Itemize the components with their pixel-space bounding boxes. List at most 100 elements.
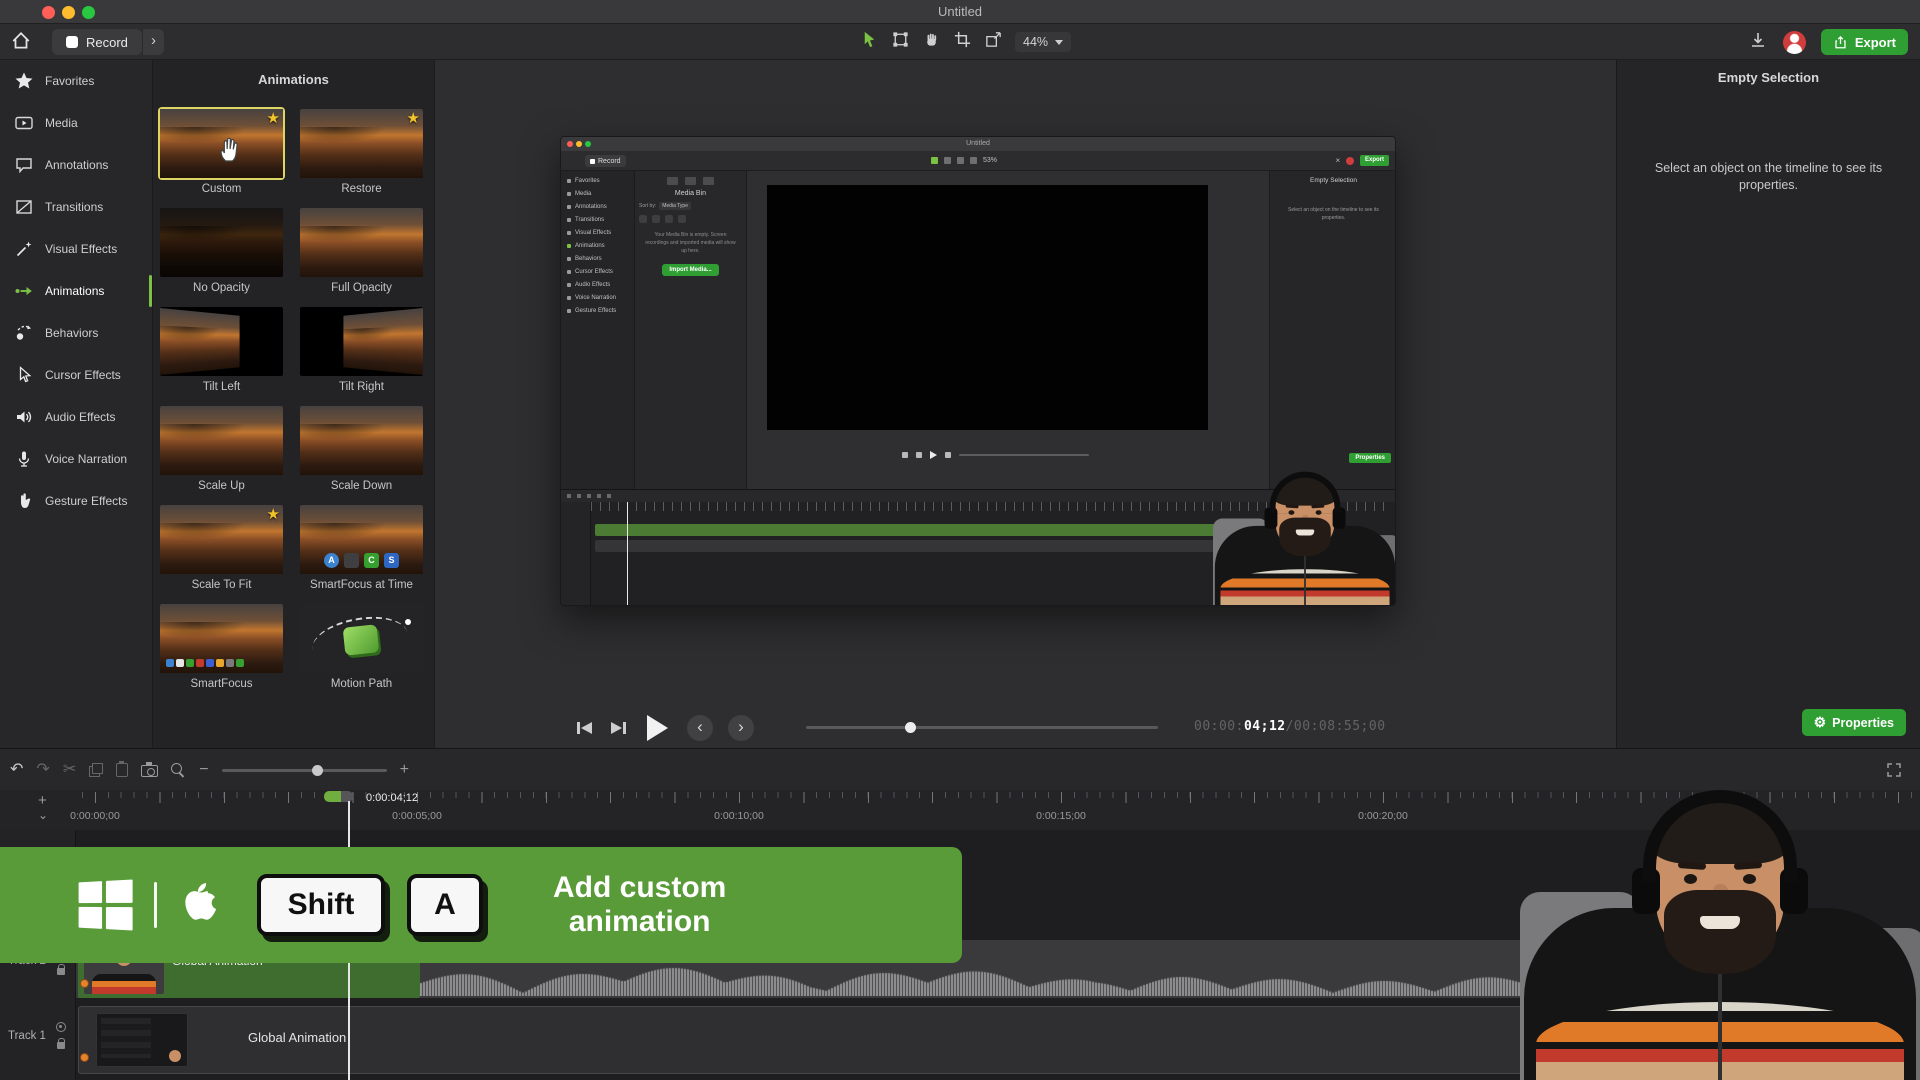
timeline-zoom-slider[interactable]: [222, 769, 387, 772]
collapse-tracks-icon[interactable]: ⌄: [38, 808, 48, 822]
sidebar-item-transitions[interactable]: Transitions: [0, 186, 152, 228]
annotation-icon: [14, 155, 34, 175]
copy-button[interactable]: [89, 763, 103, 777]
sidebar-item-audio-effects[interactable]: Audio Effects: [0, 396, 152, 438]
window-title: Untitled: [0, 0, 1920, 24]
keyframe-marker[interactable]: [80, 979, 89, 988]
animation-item-smartfocus[interactable]: SmartFocus: [160, 604, 283, 690]
sidebar-item-label: Favorites: [45, 74, 94, 88]
record-options-chevron-icon[interactable]: ›: [142, 29, 164, 55]
jump-back-button[interactable]: ‹: [687, 715, 713, 741]
animation-item-restore[interactable]: ★Restore: [300, 109, 423, 195]
crop-tool-icon[interactable]: [953, 30, 972, 54]
ruler-label: 0:00:05;00: [392, 810, 442, 822]
sidebar-item-label: Voice Narration: [45, 452, 127, 466]
timeline-zoom-in-button[interactable]: +: [400, 762, 409, 778]
sidebar-item-label: Transitions: [45, 200, 103, 214]
preview-recording-frame: [767, 185, 1208, 430]
track1-lock-icon[interactable]: [57, 1042, 65, 1049]
webcam-overlay: [1520, 810, 1920, 1080]
sidebar-item-media[interactable]: Media: [0, 102, 152, 144]
track1-clip-label: Global Animation: [248, 1030, 346, 1045]
canvas-zoom-value: 44%: [1023, 35, 1048, 49]
sidebar-item-cursor-effects[interactable]: Cursor Effects: [0, 354, 152, 396]
track2-lock-icon[interactable]: [57, 968, 65, 975]
keyframe-marker[interactable]: [80, 1053, 89, 1062]
preview-window[interactable]: Untitled Record 53% × Export FavoritesMe…: [560, 136, 1396, 606]
chevron-down-icon: [1055, 40, 1063, 45]
animation-item-scale-down[interactable]: Scale Down: [300, 406, 423, 492]
animation-item-label: Restore: [300, 183, 423, 195]
timeline-toolbar: ↶ ↷ ✂ − +: [0, 748, 1920, 790]
sidebar-item-gesture-effects[interactable]: Gesture Effects: [0, 480, 152, 522]
undo-button[interactable]: ↶: [10, 762, 23, 778]
frame-capture-button[interactable]: [141, 765, 158, 777]
track1-visibility-icon[interactable]: [56, 1022, 66, 1032]
animation-item-tilt-right[interactable]: Tilt Right: [300, 307, 423, 393]
animation-item-label: Scale Down: [300, 480, 423, 492]
animation-item-custom[interactable]: ★Custom: [160, 109, 283, 195]
progress-knob[interactable]: [905, 722, 916, 733]
animation-item-label: No Opacity: [160, 282, 283, 294]
properties-button[interactable]: ⚙ Properties: [1802, 709, 1906, 736]
zoom-slider-knob[interactable]: [312, 765, 323, 776]
magnifier-icon[interactable]: [171, 763, 186, 778]
shortcut-overlay: Shift A Add custom animation: [0, 847, 962, 963]
canvas-zoom-select[interactable]: 44%: [1015, 32, 1071, 52]
play-button[interactable]: [647, 715, 668, 741]
pointer-tool-icon[interactable]: [860, 30, 879, 54]
preview-sidebar: FavoritesMediaAnnotationsTransitionsVisu…: [561, 171, 635, 489]
detach-timeline-icon[interactable]: [1886, 762, 1902, 783]
playback-progress-bar[interactable]: [806, 726, 1158, 729]
sidebar-item-favorites[interactable]: Favorites: [0, 60, 152, 102]
scale-tool-icon[interactable]: [984, 30, 1003, 54]
proportions-tool-icon[interactable]: [891, 30, 910, 54]
sidebar-item-label: Behaviors: [45, 326, 98, 340]
gesture-effects-icon: [14, 491, 34, 511]
download-icon[interactable]: [1748, 30, 1768, 55]
media-icon: [14, 113, 34, 133]
sidebar-item-voice-narration[interactable]: Voice Narration: [0, 438, 152, 480]
sidebar-item-annotations[interactable]: Annotations: [0, 144, 152, 186]
panel-title: Animations: [153, 72, 434, 87]
paste-button[interactable]: [116, 763, 128, 777]
animation-thumbnail: ACS: [300, 505, 423, 574]
pan-tool-icon[interactable]: [922, 30, 941, 54]
animations-panel: Animations ★Custom★Restore No Opacity Full…: [153, 60, 435, 748]
animation-item-motion-path[interactable]: Motion Path: [300, 604, 423, 690]
timeline-zoom-out-button[interactable]: −: [199, 762, 208, 778]
animation-item-scale-up[interactable]: Scale Up: [160, 406, 283, 492]
record-button[interactable]: Record: [52, 29, 142, 55]
animation-item-tilt-left[interactable]: Tilt Left: [160, 307, 283, 393]
sidebar-item-behaviors[interactable]: Behaviors: [0, 312, 152, 354]
next-frame-button[interactable]: [609, 720, 628, 736]
preview-record-button: Record: [585, 155, 626, 167]
avatar[interactable]: [1783, 31, 1806, 54]
animation-item-scale-to-fit[interactable]: ★Scale To Fit: [160, 505, 283, 591]
previous-frame-button[interactable]: [575, 720, 594, 736]
add-track-button[interactable]: +: [38, 792, 47, 809]
voice-narration-icon: [14, 449, 34, 469]
playback-controls: ‹ › 00:00:04;12/00:08:55;00: [435, 705, 1616, 748]
track1-clip-thumbnail: [96, 1013, 188, 1067]
ruler-label: 0:00:00;00: [70, 810, 120, 822]
timecode: 00:00:04;12/00:08:55;00: [1194, 719, 1386, 734]
sidebar-item-animations[interactable]: Animations: [0, 270, 152, 312]
animation-item-no-opacity[interactable]: No Opacity: [160, 208, 283, 294]
hand-cursor-icon: [215, 133, 247, 170]
visual-effects-icon: [14, 239, 34, 259]
behaviors-icon: [14, 323, 34, 343]
animation-item-full-opacity[interactable]: Full Opacity: [300, 208, 423, 294]
sidebar-item-label: Cursor Effects: [45, 368, 121, 382]
cut-button[interactable]: ✂: [63, 762, 76, 778]
redo-button[interactable]: ↷: [36, 762, 49, 778]
animation-item-smartfocus-at-time[interactable]: ACSSmartFocus at Time: [300, 505, 423, 591]
jump-forward-button[interactable]: ›: [728, 715, 754, 741]
sidebar-item-visual-effects[interactable]: Visual Effects: [0, 228, 152, 270]
windows-logo-icon: [79, 879, 133, 930]
animation-thumbnail: [300, 604, 423, 673]
export-button[interactable]: Export: [1821, 29, 1908, 55]
home-icon[interactable]: [10, 30, 36, 54]
animation-thumbnail: [300, 307, 423, 376]
animation-thumbnail: [160, 406, 283, 475]
